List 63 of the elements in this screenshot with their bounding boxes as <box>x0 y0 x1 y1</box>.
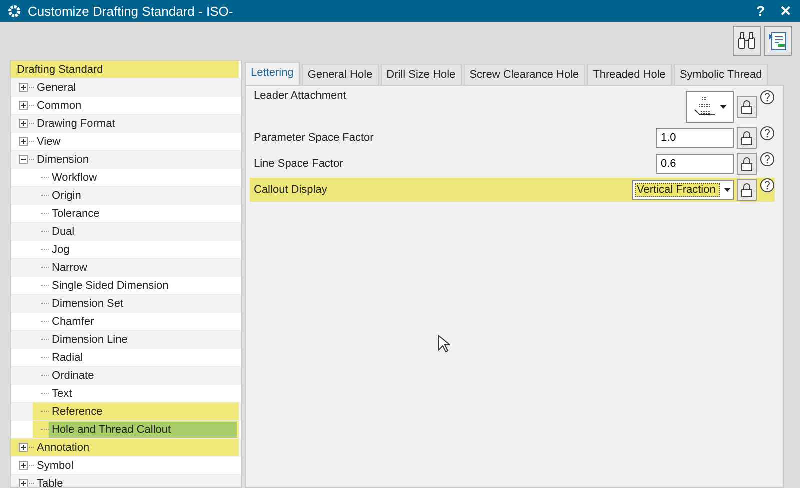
help-icon[interactable] <box>760 126 775 141</box>
expand-icon[interactable] <box>19 137 28 146</box>
dropdown-value: Vertical Fraction <box>635 183 720 197</box>
mouse-pointer-icon <box>438 335 450 353</box>
expand-icon[interactable] <box>19 119 28 128</box>
tree-item[interactable]: Chamfer <box>49 314 98 330</box>
tree-item[interactable]: Workflow <box>49 170 100 186</box>
help-button[interactable]: ? <box>756 3 765 19</box>
number-field[interactable]: 1.0 <box>656 128 734 148</box>
leader-style-dropdown[interactable] <box>686 91 734 123</box>
tree-item[interactable]: Text <box>49 386 76 402</box>
help-icon[interactable] <box>760 152 775 167</box>
number-field[interactable]: 0.6 <box>656 154 734 174</box>
property-label: Leader Attachment <box>254 90 348 102</box>
lock-button[interactable] <box>737 179 757 201</box>
property-label: Line Space Factor <box>254 158 344 170</box>
binoculars-icon <box>737 32 757 50</box>
lock-icon <box>741 131 753 145</box>
lock-button[interactable] <box>737 153 757 175</box>
tree-item[interactable]: Table <box>34 476 66 487</box>
lock-button[interactable] <box>737 96 757 118</box>
expand-icon[interactable] <box>19 461 28 470</box>
expand-icon[interactable] <box>19 83 28 92</box>
document-icon <box>768 31 788 51</box>
tree-item[interactable]: General <box>34 80 80 96</box>
expand-icon[interactable] <box>19 101 28 110</box>
expand-icon[interactable] <box>19 443 28 452</box>
tree-item[interactable]: Hole and Thread Callout <box>49 422 237 438</box>
help-icon[interactable] <box>760 178 775 193</box>
gear-icon <box>8 4 21 18</box>
tree-item[interactable]: Origin <box>49 188 84 204</box>
tab[interactable]: Symbolic Thread <box>674 64 768 85</box>
expand-icon[interactable] <box>19 479 28 487</box>
lock-icon <box>741 100 753 114</box>
tree-item[interactable]: Jog <box>49 242 73 258</box>
tab[interactable]: Lettering <box>245 62 300 85</box>
callout-dropdown[interactable]: Vertical Fraction <box>632 180 734 200</box>
tree-item[interactable]: Common <box>34 98 85 114</box>
lock-button[interactable] <box>737 127 757 149</box>
close-button[interactable]: ✕ <box>780 3 792 19</box>
caret-icon <box>720 105 726 109</box>
tab[interactable]: Threaded Hole <box>587 64 672 85</box>
tree-item[interactable]: Tolerance <box>49 206 103 222</box>
tree-item[interactable]: Symbol <box>34 458 77 474</box>
tree-item[interactable]: Radial <box>49 350 86 366</box>
help-icon[interactable] <box>760 90 775 105</box>
window-title: Customize Drafting Standard - ISO- <box>28 4 234 18</box>
tab[interactable]: Screw Clearance Hole <box>464 64 586 85</box>
tree-item[interactable]: View <box>34 134 64 150</box>
lock-icon <box>741 157 753 171</box>
property-label: Callout Display <box>254 184 328 196</box>
tree-item[interactable]: Single Sided Dimension <box>49 278 172 294</box>
property-label: Parameter Space Factor <box>254 132 375 144</box>
document-button[interactable] <box>764 26 792 56</box>
binoculars-button[interactable] <box>733 26 761 56</box>
collapse-icon[interactable] <box>19 155 28 164</box>
tree-item[interactable]: Narrow <box>49 260 90 276</box>
caret-icon <box>724 188 731 192</box>
tree-item[interactable]: Ordinate <box>49 368 98 384</box>
tab[interactable]: Drill Size Hole <box>380 64 462 85</box>
tree-item[interactable]: Dual <box>49 224 78 240</box>
lock-icon <box>741 183 753 197</box>
tab[interactable]: General Hole <box>302 64 379 85</box>
